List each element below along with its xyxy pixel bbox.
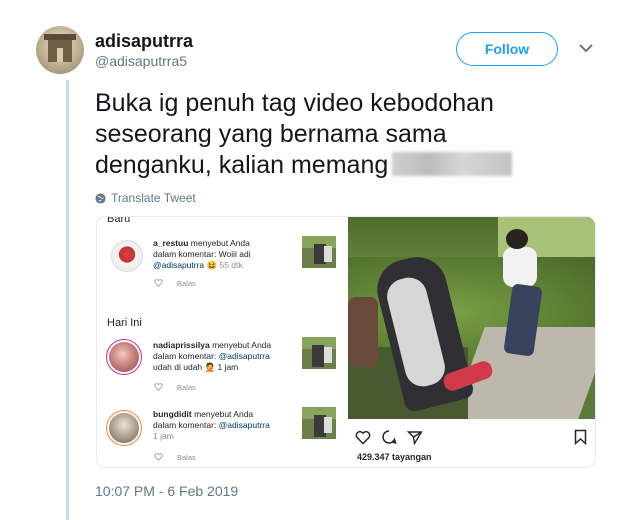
avatar[interactable] xyxy=(36,26,84,74)
tweet-text: Buka ig penuh tag video kebodohan seseor… xyxy=(95,88,565,181)
display-name[interactable]: adisaputrra xyxy=(95,31,193,52)
heart-icon[interactable] xyxy=(355,430,371,445)
translate-label: Translate Tweet xyxy=(111,191,196,205)
reply-link[interactable]: Balas xyxy=(177,383,196,392)
notification-avatar[interactable] xyxy=(111,240,143,272)
section-label-today: Hari Ini xyxy=(107,317,142,329)
notification-actions: Balas xyxy=(154,279,196,288)
section-label-new: Baru xyxy=(107,216,131,225)
notification-thumbnail[interactable] xyxy=(302,407,336,439)
thread-connector-line xyxy=(66,80,69,520)
notification-avatar[interactable] xyxy=(109,413,139,443)
user-handle[interactable]: @adisaputrra5 xyxy=(95,53,187,69)
reply-link[interactable]: Balas xyxy=(177,279,196,288)
bookmark-icon[interactable] xyxy=(574,429,587,445)
notification-text: nadiaprissilya menyebut Anda dalam komen… xyxy=(153,340,272,372)
heart-icon[interactable] xyxy=(154,383,163,391)
notification-thumbnail[interactable] xyxy=(302,236,336,268)
share-icon[interactable] xyxy=(407,430,423,445)
heart-icon[interactable] xyxy=(154,453,163,461)
globe-icon xyxy=(95,192,106,204)
reply-link[interactable]: Balas xyxy=(177,453,196,462)
tweet-timestamp[interactable]: 10:07 PM - 6 Feb 2019 xyxy=(95,483,238,499)
heart-icon[interactable] xyxy=(154,279,163,287)
view-count: 429.347 tayangan xyxy=(357,452,432,462)
notification-thumbnail[interactable] xyxy=(302,337,336,369)
notification-text: a_restuu menyebut Anda dalam komentar: W… xyxy=(153,238,251,270)
comment-icon[interactable] xyxy=(381,429,397,445)
censored-word xyxy=(392,152,513,176)
chevron-down-icon[interactable] xyxy=(578,42,594,54)
notification-actions: Balas xyxy=(154,453,196,462)
notification-actions: Balas xyxy=(154,383,196,392)
instagram-post-actions xyxy=(355,429,423,445)
instagram-notifications-panel: Baru a_restuu menyebut Anda dalam koment… xyxy=(97,217,343,467)
instagram-video[interactable] xyxy=(348,217,595,419)
translate-tweet-link[interactable]: Translate Tweet xyxy=(95,191,196,205)
notification-avatar[interactable] xyxy=(109,342,139,372)
notification-text: bungdidit menyebut Anda dalam komentar: … xyxy=(153,409,270,441)
follow-button[interactable]: Follow xyxy=(456,32,558,66)
tweet-media-image[interactable]: Baru a_restuu menyebut Anda dalam koment… xyxy=(96,216,596,468)
